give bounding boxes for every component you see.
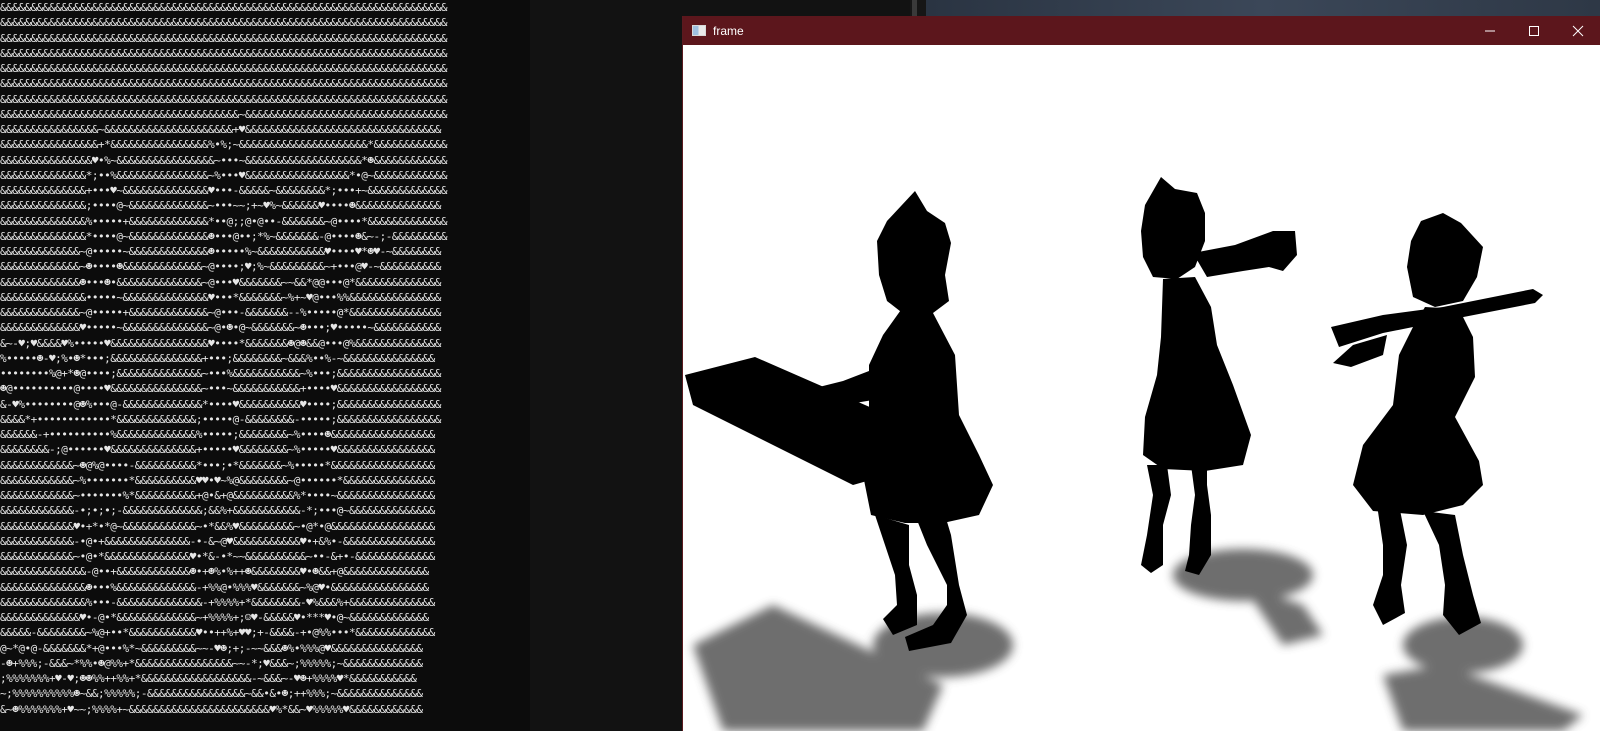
keyboardist-silhouette	[685, 191, 993, 651]
app-window-icon	[692, 25, 706, 36]
frame-titlebar[interactable]: frame	[683, 16, 1600, 45]
close-button[interactable]	[1556, 16, 1600, 45]
minimize-button[interactable]	[1468, 16, 1512, 45]
ascii-art-output: &&&&&&&&&&&&&&&&&&&&&&&&&&&&&&&&&&&&&&&&…	[0, 1, 447, 716]
window-controls	[1468, 16, 1600, 45]
window-title: frame	[713, 23, 744, 38]
frame-canvas	[683, 45, 1600, 731]
minimize-icon	[1485, 30, 1495, 31]
violinist-silhouette	[1331, 213, 1543, 635]
background-window-edge	[912, 0, 917, 16]
maximize-icon	[1529, 25, 1539, 36]
trumpeter-silhouette	[1141, 177, 1297, 575]
maximize-button[interactable]	[1512, 16, 1556, 45]
close-icon	[1572, 25, 1584, 36]
background-window	[926, 0, 1600, 16]
ascii-console-window[interactable]: &&&&&&&&&&&&&&&&&&&&&&&&&&&&&&&&&&&&&&&&…	[0, 0, 530, 731]
frame-window[interactable]: frame	[682, 16, 1600, 731]
desktop: &&&&&&&&&&&&&&&&&&&&&&&&&&&&&&&&&&&&&&&&…	[0, 0, 1600, 731]
silhouette-band-image	[685, 177, 1583, 731]
